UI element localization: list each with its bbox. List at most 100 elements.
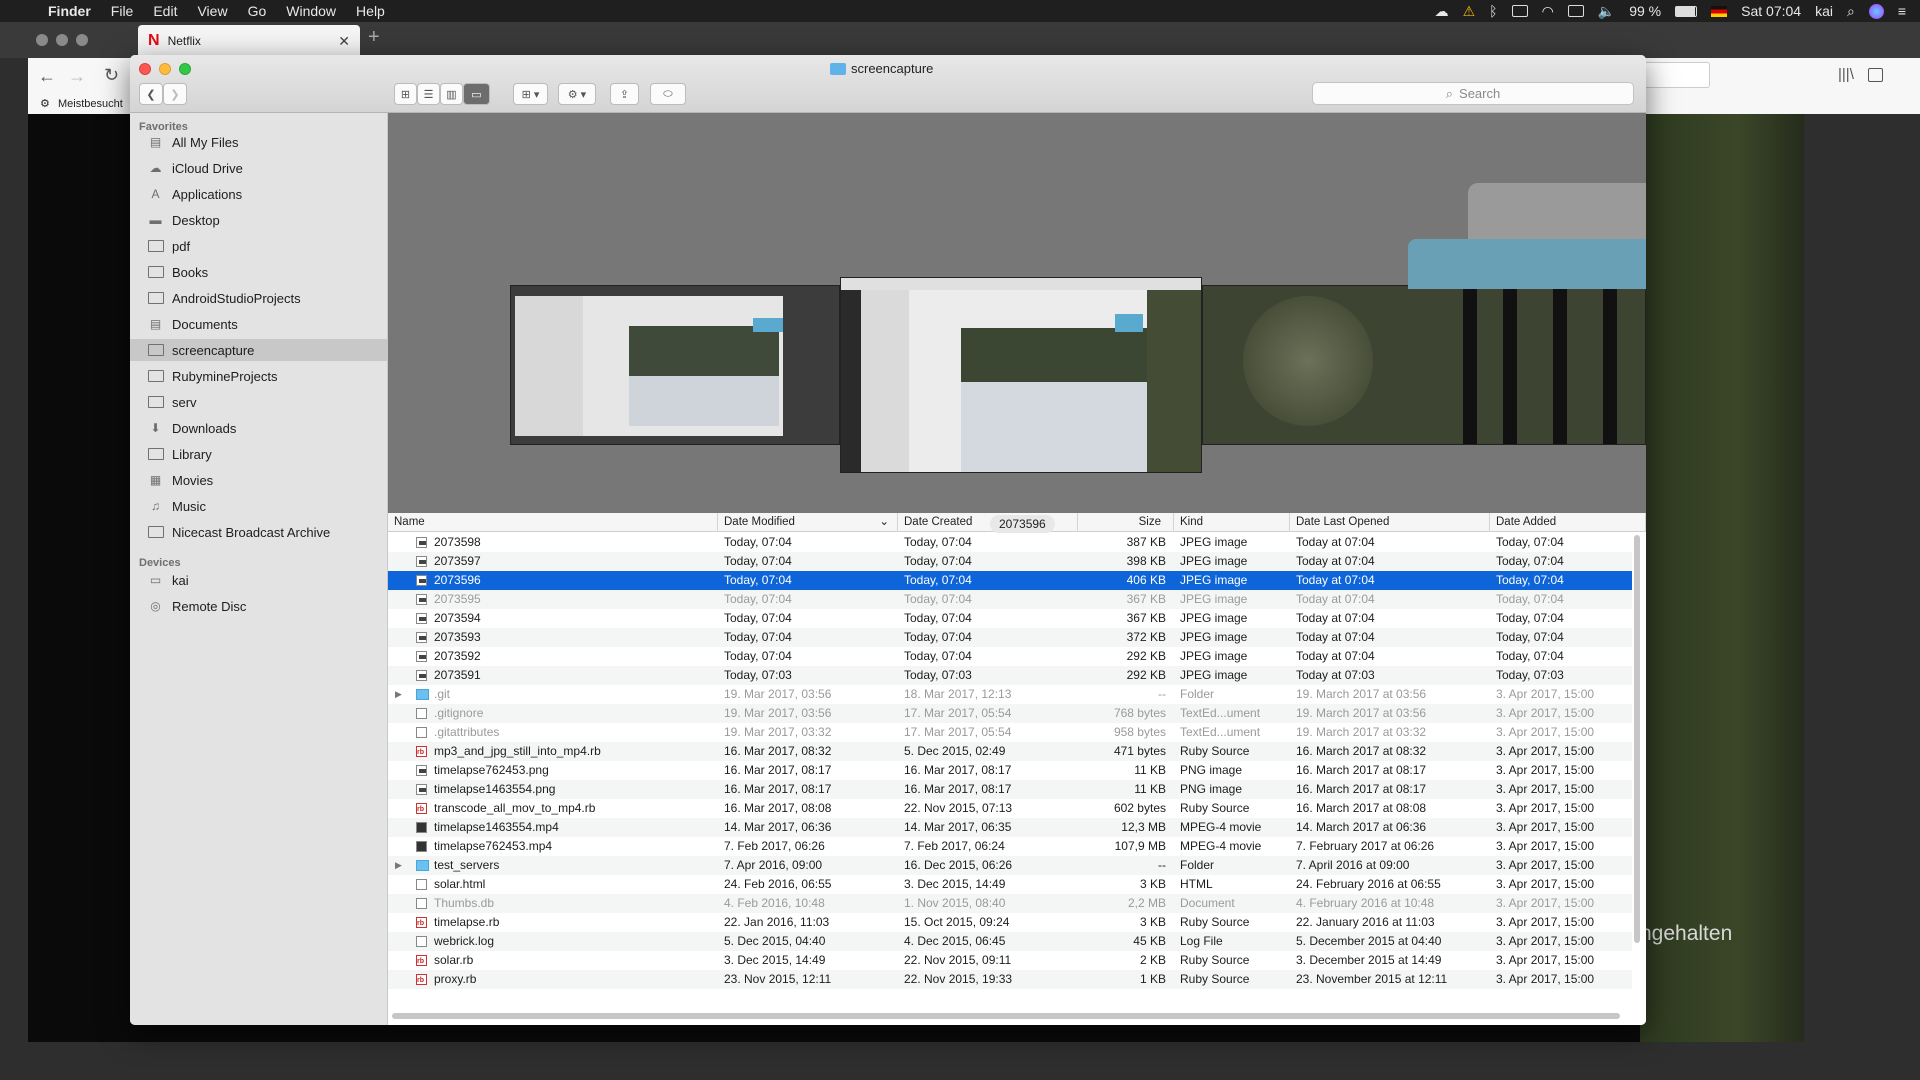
menu-go[interactable]: Go bbox=[238, 0, 277, 22]
table-row[interactable]: 2073593 Today, 07:04 Today, 07:04 372 KB JPE… bbox=[388, 628, 1632, 647]
table-row[interactable]: timelapse1463554.mp4 14. Mar 2017, 06:36 1… bbox=[388, 818, 1632, 837]
table-row[interactable]: solar.rb 3. Dec 2015, 14:49 22. Nov 2015, … bbox=[388, 951, 1632, 971]
horizontal-scrollbar[interactable] bbox=[392, 1013, 1620, 1019]
table-row[interactable]: ▶ .git 19. Mar 2017, 03:56 18. Mar 2017, 12… bbox=[388, 685, 1632, 704]
table-row[interactable]: 2073595 Today, 07:04 Today, 07:04 367 KB JPE… bbox=[388, 590, 1632, 609]
user-name[interactable]: kai bbox=[1815, 3, 1833, 19]
sidebar-item-androidstudioprojects[interactable]: AndroidStudioProjects bbox=[130, 287, 388, 309]
bookmark-meistbesucht[interactable]: Meistbesucht bbox=[58, 98, 123, 110]
sidebar-item-documents[interactable]: ▤ Documents bbox=[130, 313, 388, 335]
clock[interactable]: Sat 07:04 bbox=[1741, 3, 1801, 19]
table-row[interactable]: mp3_and_jpg_still_into_mp4.rb 16. Mar 201… bbox=[388, 742, 1632, 762]
menu-window[interactable]: Window bbox=[276, 0, 346, 22]
disclosure-triangle-icon[interactable]: ▶ bbox=[395, 685, 402, 704]
cover-flow-view-button[interactable]: ▭ bbox=[463, 83, 490, 105]
forward-icon[interactable]: → bbox=[68, 66, 86, 87]
disclosure-triangle-icon[interactable]: ▶ bbox=[395, 856, 402, 875]
preview-thumbnail-selected[interactable] bbox=[840, 277, 1202, 473]
table-row[interactable]: timelapse762453.mp4 7. Feb 2017, 06:26 7. … bbox=[388, 837, 1632, 856]
arrange-button[interactable]: ⊞ ▾ bbox=[513, 83, 548, 105]
close-window-button[interactable] bbox=[139, 63, 151, 75]
sidebar-item-desktop[interactable]: ▬ Desktop bbox=[130, 209, 388, 231]
sidebar-device-remote-disc[interactable]: ◎ Remote Disc bbox=[130, 595, 388, 617]
battery-status[interactable]: 99 % bbox=[1629, 3, 1661, 19]
spotlight-search-icon[interactable]: ⌕ bbox=[1847, 3, 1855, 20]
search-field[interactable]: ⌕ Search bbox=[1312, 82, 1634, 105]
close-tab-icon[interactable]: ✕ bbox=[338, 33, 350, 50]
bluetooth-icon[interactable]: ᛒ bbox=[1489, 3, 1497, 19]
menu-app-finder[interactable]: Finder bbox=[38, 0, 101, 22]
column-header-size[interactable]: Size bbox=[1078, 513, 1174, 532]
browser-zoom-dot[interactable] bbox=[76, 34, 88, 46]
minimize-window-button[interactable] bbox=[159, 63, 171, 75]
sidebar-item-nicecast-broadcast-archive[interactable]: Nicecast Broadcast Archive bbox=[130, 521, 388, 543]
vertical-scrollbar[interactable] bbox=[1634, 535, 1640, 943]
preview-folder-thumbnail[interactable] bbox=[1408, 239, 1646, 289]
sidebar-item-rubymineprojects[interactable]: RubymineProjects bbox=[130, 365, 388, 387]
menu-view[interactable]: View bbox=[187, 0, 237, 22]
notification-center-icon[interactable]: ≡ bbox=[1898, 3, 1906, 19]
table-row[interactable]: timelapse762453.png 16. Mar 2017, 08:17 16… bbox=[388, 761, 1632, 780]
column-view-button[interactable]: ▥ bbox=[440, 83, 463, 105]
table-row[interactable]: solar.html 24. Feb 2016, 06:55 3. Dec 2015… bbox=[388, 875, 1632, 894]
icon-view-button[interactable]: ⊞ bbox=[394, 83, 417, 105]
preview-thumbnail[interactable] bbox=[510, 285, 840, 445]
table-row[interactable]: timelapse1463554.png 16. Mar 2017, 08:17 1… bbox=[388, 780, 1632, 799]
share-button[interactable]: ⇪ bbox=[610, 83, 639, 105]
browser-close-dot[interactable] bbox=[36, 34, 48, 46]
siri-icon[interactable] bbox=[1868, 3, 1884, 19]
sidebar-item-serv[interactable]: serv bbox=[130, 391, 388, 413]
table-row[interactable]: 2073592 Today, 07:04 Today, 07:04 292 KB JPE… bbox=[388, 647, 1632, 666]
airplay-icon[interactable] bbox=[1567, 5, 1584, 17]
table-row[interactable]: ▶ test_servers 7. Apr 2016, 09:00 16. Dec 2… bbox=[388, 856, 1632, 875]
menu-edit[interactable]: Edit bbox=[143, 0, 187, 22]
sidebar-item-books[interactable]: Books bbox=[130, 261, 388, 283]
table-row[interactable]: 2073598 Today, 07:04 Today, 07:04 387 KB JPE… bbox=[388, 533, 1632, 552]
table-row[interactable]: timelapse.rb 22. Jan 2016, 11:03 15. Oct 2… bbox=[388, 913, 1632, 933]
table-row[interactable]: proxy.rb 23. Nov 2015, 12:11 22. Nov 2015,… bbox=[388, 970, 1632, 990]
table-row[interactable]: webrick.log 5. Dec 2015, 04:40 4. Dec 2015… bbox=[388, 932, 1632, 951]
sidebar-item-applications[interactable]: A Applications bbox=[130, 183, 388, 205]
table-row[interactable]: transcode_all_mov_to_mp4.rb 16. Mar 2017,… bbox=[388, 799, 1632, 819]
action-gear-button[interactable]: ⚙ ▾ bbox=[558, 83, 596, 105]
zoom-window-button[interactable] bbox=[179, 63, 191, 75]
column-header-date-added[interactable]: Date Added bbox=[1490, 513, 1646, 532]
sidebar-item-music[interactable]: ♫ Music bbox=[130, 495, 388, 517]
browser-minimize-dot[interactable] bbox=[56, 34, 68, 46]
table-row[interactable]: 2073597 Today, 07:04 Today, 07:04 398 KB JPE… bbox=[388, 552, 1632, 571]
list-view-button[interactable]: ☰ bbox=[417, 83, 440, 105]
menu-file[interactable]: File bbox=[101, 0, 144, 22]
table-row[interactable]: 2073594 Today, 07:04 Today, 07:04 367 KB JPE… bbox=[388, 609, 1632, 628]
column-header-kind[interactable]: Kind bbox=[1174, 513, 1290, 532]
back-icon[interactable]: ← bbox=[38, 66, 56, 87]
sidebar-item-icloud-drive[interactable]: ☁ iCloud Drive bbox=[130, 157, 388, 179]
url-bar[interactable] bbox=[1640, 62, 1710, 88]
column-header-date-modified[interactable]: Date Modified ⌄ bbox=[718, 513, 898, 532]
tab-netflix[interactable]: N Netflix ✕ bbox=[138, 25, 360, 57]
warning-icon[interactable]: ⚠ bbox=[1463, 3, 1476, 20]
volume-icon[interactable]: 🔈 bbox=[1598, 3, 1615, 20]
column-header-name[interactable]: Name bbox=[388, 513, 718, 532]
sidebar-item-library[interactable]: Library bbox=[130, 443, 388, 465]
sidebar-item-all-my-files[interactable]: ▤ All My Files bbox=[130, 131, 388, 153]
library-icon[interactable]: |||\ bbox=[1838, 66, 1854, 83]
tags-button[interactable]: ⬭ bbox=[650, 83, 686, 105]
wifi-icon[interactable]: ◠ bbox=[1542, 3, 1554, 20]
sidebar-item-downloads[interactable]: ⬇ Downloads bbox=[130, 417, 388, 439]
sidebar-item-screencapture[interactable]: screencapture bbox=[130, 339, 388, 361]
column-header-date-last-opened[interactable]: Date Last Opened bbox=[1290, 513, 1490, 532]
table-row[interactable]: Thumbs.db 4. Feb 2016, 10:48 1. Nov 2015, … bbox=[388, 894, 1632, 913]
sidebar-item-movies[interactable]: ▦ Movies bbox=[130, 469, 388, 491]
keyboard-icon[interactable] bbox=[1511, 5, 1528, 17]
reload-icon[interactable]: ↻ bbox=[104, 65, 119, 86]
sidebar-device-kai[interactable]: ▭ kai bbox=[130, 569, 388, 591]
menu-help[interactable]: Help bbox=[346, 0, 395, 22]
cloud-sync-icon[interactable]: ☁ bbox=[1435, 3, 1449, 20]
new-tab-icon[interactable]: + bbox=[368, 26, 380, 49]
table-row[interactable]: .gitignore 19. Mar 2017, 03:56 17. Mar 201… bbox=[388, 704, 1632, 723]
forward-button[interactable]: ❯ bbox=[163, 83, 187, 105]
back-button[interactable]: ❮ bbox=[139, 83, 163, 105]
sidebar-toggle-icon[interactable] bbox=[1868, 68, 1883, 82]
table-row[interactable]: 2073591 Today, 07:03 Today, 07:03 292 KB JPE… bbox=[388, 666, 1632, 685]
flag-de-icon[interactable] bbox=[1711, 5, 1728, 17]
